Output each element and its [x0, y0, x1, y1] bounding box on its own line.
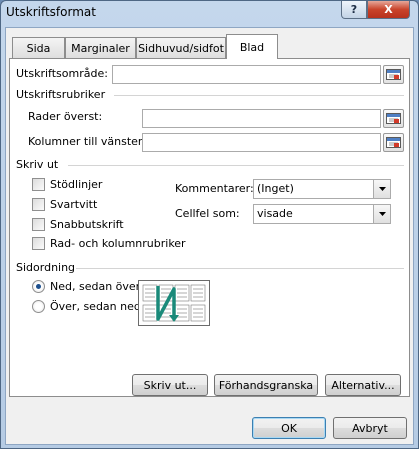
print-preview-button[interactable]: Förhandsgranska [214, 374, 318, 396]
options-button[interactable]: Alternativ... [325, 374, 401, 396]
print-area-label: Utskriftsområde: [16, 67, 108, 80]
comments-label: Kommentarer: [175, 182, 254, 195]
cancel-button[interactable]: Avbryt [333, 417, 407, 439]
print-area-collapse-button[interactable] [383, 65, 404, 84]
draft-quality-checkbox[interactable] [32, 218, 45, 231]
help-button[interactable]: ? [341, 1, 367, 19]
dialog-title: Utskriftsformat [6, 5, 96, 19]
tab-label: Marginaler [71, 41, 130, 55]
tab-label: Sidhuvud/sidfot [138, 41, 224, 55]
gridlines-checkbox[interactable] [32, 178, 45, 191]
row-column-headings-checkbox[interactable] [32, 237, 45, 250]
chevron-down-icon [373, 180, 390, 198]
rows-on-top-field[interactable] [142, 109, 381, 128]
close-button[interactable]: X [367, 1, 410, 19]
close-icon: X [384, 3, 393, 16]
tab-label: Sida [26, 41, 51, 55]
over-then-down-radio[interactable] [32, 300, 45, 313]
print-preview-button-label: Förhandsgranska [218, 378, 314, 392]
over-then-down-label: Över, sedan ned [50, 300, 141, 313]
page-order-section-label: Sidordning [16, 261, 76, 274]
section-divider [114, 95, 404, 96]
help-icon: ? [350, 3, 358, 16]
columns-left-field[interactable] [142, 133, 381, 152]
ok-button[interactable]: OK [252, 417, 326, 439]
title-bar[interactable]: Utskriftsformat ? X [1, 1, 418, 25]
tab-marginaler[interactable]: Marginaler [65, 37, 136, 58]
tab-sidhuvud-sidfot[interactable]: Sidhuvud/sidfot [136, 37, 226, 58]
columns-left-collapse-button[interactable] [383, 133, 404, 152]
columns-left-label: Kolumner till vänster: [28, 135, 146, 148]
print-button[interactable]: Skriv ut... [132, 374, 208, 396]
gridlines-label: Stödlinjer [50, 178, 103, 191]
options-button-label: Alternativ... [331, 378, 395, 392]
section-divider [68, 165, 404, 166]
down-then-over-radio[interactable] [32, 280, 45, 293]
dialog-window: Utskriftsformat ? X Sida Marginaler Sidh… [0, 0, 419, 449]
print-titles-section-label: Utskriftsrubriker [16, 88, 106, 101]
range-select-icon [386, 69, 401, 80]
dialog-body: Sida Marginaler Sidhuvud/sidfot Blad Uts… [5, 27, 414, 445]
rows-on-top-collapse-button[interactable] [383, 109, 404, 128]
cell-errors-value: visade [257, 207, 293, 220]
print-button-label: Skriv ut... [143, 378, 197, 392]
print-section-label: Skriv ut [16, 158, 59, 171]
cancel-button-label: Avbryt [352, 421, 388, 435]
cell-errors-select[interactable]: visade [253, 204, 391, 224]
ok-button-label: OK [281, 421, 297, 435]
tab-panel-blad: Utskriftsområde: Utskriftsrubriker Rader… [9, 58, 410, 397]
rows-on-top-label: Rader överst: [28, 110, 103, 123]
cell-errors-label: Cellfel som: [175, 207, 240, 220]
chevron-down-icon [373, 205, 390, 223]
range-select-icon [386, 113, 401, 124]
tab-blad[interactable]: Blad [226, 34, 278, 59]
down-then-over-label: Ned, sedan över [50, 280, 141, 293]
black-and-white-label: Svartvitt [50, 198, 98, 211]
range-select-icon [386, 137, 401, 148]
print-area-field[interactable] [112, 65, 381, 84]
page-order-preview-icon [142, 284, 206, 322]
page-order-preview [138, 280, 210, 326]
tab-sida[interactable]: Sida [12, 37, 65, 58]
comments-select[interactable]: (Inget) [253, 179, 391, 199]
draft-quality-label: Snabbutskrift [50, 218, 124, 231]
section-divider [76, 268, 404, 269]
row-column-headings-label: Rad- och kolumnrubriker [50, 237, 186, 250]
comments-value: (Inget) [257, 182, 294, 195]
tab-label: Blad [239, 40, 265, 54]
black-and-white-checkbox[interactable] [32, 198, 45, 211]
